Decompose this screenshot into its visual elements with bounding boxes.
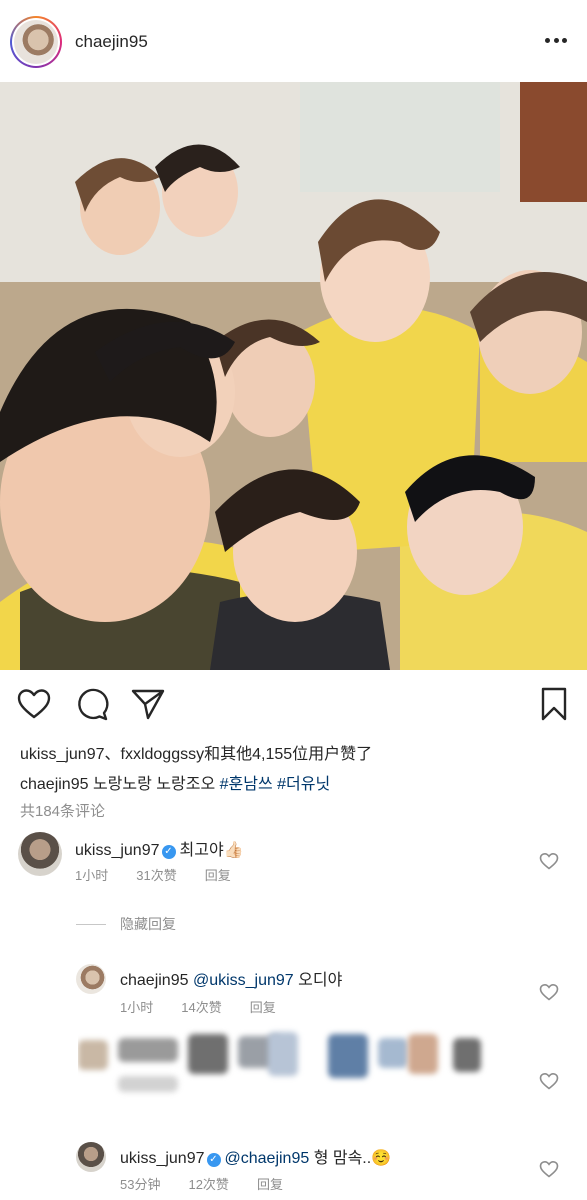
heart-small-icon[interactable] — [539, 1072, 559, 1090]
reply-button[interactable]: 回复 — [250, 997, 276, 1016]
bookmark-icon[interactable] — [536, 686, 572, 722]
reply-username[interactable]: ukiss_jun97 — [120, 1150, 205, 1167]
caption: chaejin95 노랑노랑 노랑조오 #훈남쓰 #더유닛 — [20, 770, 330, 794]
reply-button[interactable]: 回复 — [257, 1174, 283, 1193]
caption-username[interactable]: chaejin95 — [20, 776, 89, 793]
reply-like-count[interactable]: 12次赞 — [188, 1174, 228, 1193]
obscured-reply — [78, 1024, 488, 1104]
verified-badge-icon: ✓ — [206, 1153, 221, 1167]
post-photo[interactable] — [0, 82, 587, 670]
reply-text: 오디야 — [298, 972, 343, 989]
mention[interactable]: @chaejin95 — [225, 1150, 310, 1167]
heart-small-icon[interactable] — [539, 1160, 559, 1178]
comment-text: 최고야👍🏻 — [179, 842, 244, 859]
comment-like-count[interactable]: 31次赞 — [136, 865, 176, 884]
divider — [76, 923, 106, 925]
reply-text: 형 맘속..☺️ — [313, 1150, 392, 1167]
author-username[interactable]: chaejin95 — [75, 32, 148, 52]
comment-username[interactable]: ukiss_jun97 — [75, 842, 160, 859]
mention[interactable]: @ukiss_jun97 — [193, 972, 294, 989]
share-icon[interactable] — [130, 686, 166, 722]
heart-small-icon[interactable] — [539, 852, 559, 870]
reply-button[interactable]: 回复 — [205, 865, 231, 884]
hashtag[interactable]: #훈남쓰 — [220, 776, 273, 793]
caption-text: 노랑노랑 노랑조오 — [92, 776, 216, 793]
verified-badge-icon: ✓ — [161, 845, 176, 859]
avatar[interactable] — [76, 964, 106, 994]
heart-small-icon[interactable] — [539, 983, 559, 1001]
likes-summary[interactable]: ukiss_jun97、fxxldoggssy和其他4,155位用户赞了 — [20, 740, 372, 764]
comment-icon[interactable] — [74, 686, 110, 722]
hide-replies-label[interactable]: 隐藏回复 — [120, 914, 176, 934]
reply-time: 1小时 — [120, 1000, 154, 1015]
avatar[interactable] — [76, 1142, 106, 1172]
view-all-comments-link[interactable]: 共184条评论 — [20, 800, 105, 821]
avatar[interactable] — [18, 832, 62, 876]
comment-time: 1小时 — [75, 868, 109, 883]
hashtag[interactable]: #더유닛 — [277, 776, 330, 793]
heart-icon[interactable] — [16, 686, 52, 722]
reply-username[interactable]: chaejin95 — [120, 972, 189, 989]
reply-meta: 53分钟 12次赞 回复 — [120, 1174, 311, 1193]
action-bar — [0, 686, 587, 726]
reply-like-count[interactable]: 14次赞 — [181, 997, 221, 1016]
more-icon[interactable] — [545, 38, 567, 44]
post-header: chaejin95 — [0, 0, 587, 82]
reply-time: 53分钟 — [120, 1177, 161, 1192]
reply-meta: 1小时 14次赞 回复 — [120, 997, 304, 1016]
hide-replies-toggle[interactable]: 隐藏回复 — [76, 914, 176, 934]
comment-meta: 1小时 31次赞 回复 — [75, 865, 259, 884]
author-avatar[interactable] — [10, 16, 62, 68]
